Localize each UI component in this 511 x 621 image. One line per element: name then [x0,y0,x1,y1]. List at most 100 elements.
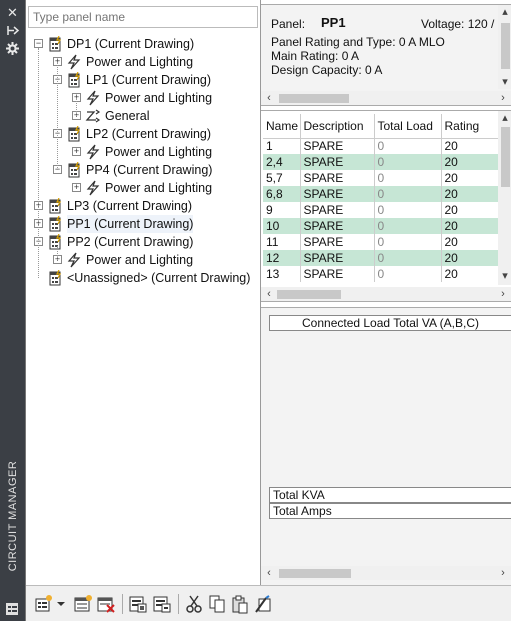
circuit-name-cell[interactable]: 9 [263,202,301,218]
circuit-load-cell[interactable]: 0 [374,154,442,170]
settings-icon[interactable] [4,40,21,57]
panel-schedule-icon[interactable] [128,594,148,614]
circuit-load-cell[interactable]: 0 [374,250,442,266]
properties-icon[interactable] [254,594,274,614]
circuit-load-cell[interactable]: 0 [374,170,442,186]
circuit-description-cell[interactable]: SPARE [300,186,375,202]
cut-icon[interactable] [184,594,204,614]
scroll-down-icon[interactable]: ▾ [499,75,511,89]
circuit-name-cell[interactable]: 6,8 [263,186,301,202]
circuit-description-cell[interactable]: SPARE [300,250,375,266]
scroll-thumb[interactable] [501,23,510,69]
table-vertical-scrollbar[interactable]: ▴ ▾ [498,111,511,285]
circuit-name-cell[interactable]: 2,4 [263,154,301,170]
circuit-load-cell[interactable]: 0 [374,186,442,202]
tree-node-label: <Unassigned> (Current Drawing) [67,271,251,285]
copy-icon[interactable] [207,594,227,614]
column-header[interactable]: Name [263,114,301,139]
tree-node-label: PP4 (Current Drawing) [86,163,213,177]
circuit-name-cell[interactable]: 13 [263,266,301,282]
circuit-report-icon[interactable] [152,594,172,614]
circuit-name-cell[interactable]: 1 [263,138,301,154]
circuit-load-cell[interactable]: 0 [374,234,442,250]
circuit-rating-cell[interactable]: 20 [441,250,502,266]
scroll-left-icon[interactable]: ‹ [263,287,275,301]
expand-icon[interactable]: + [72,147,81,156]
properties-icon[interactable] [4,600,21,617]
circuit-load-cell[interactable]: 0 [374,218,442,234]
circuit-rating-cell[interactable]: 20 [441,170,502,186]
scroll-thumb[interactable] [277,290,341,299]
table-row[interactable]: 11 SPARE 0 20 [263,234,502,250]
delete-circuit-icon[interactable] [96,594,116,614]
column-header[interactable]: Description [300,114,375,139]
table-row[interactable]: 12 SPARE 0 20 [263,250,502,266]
circuit-description-cell[interactable]: SPARE [300,218,375,234]
scroll-right-icon[interactable]: › [497,91,509,105]
toolbar-separator [122,594,123,614]
scroll-right-icon[interactable]: › [497,566,509,580]
expand-icon[interactable]: + [72,183,81,192]
paste-icon[interactable] [230,594,250,614]
column-header[interactable]: Rating [441,114,502,139]
circuit-rating-cell[interactable]: 20 [441,138,502,154]
info-vertical-scrollbar[interactable]: ▴ ▾ [498,5,511,89]
circuit-rating-cell[interactable]: 20 [441,234,502,250]
tree-node-label: Power and Lighting [105,145,213,159]
circuit-description-cell[interactable]: SPARE [300,234,375,250]
info-horizontal-scrollbar[interactable]: ‹ › [261,91,511,105]
new-panel-icon[interactable] [34,594,54,614]
scroll-right-icon[interactable]: › [497,287,509,301]
circuit-name-cell[interactable]: 10 [263,218,301,234]
circuit-rating-cell[interactable]: 20 [441,266,502,282]
table-row[interactable]: 13 SPARE 0 20 [263,266,502,282]
scroll-left-icon[interactable]: ‹ [263,566,275,580]
new-circuit-icon[interactable] [73,594,93,614]
circuit-name-cell[interactable]: 5,7 [263,170,301,186]
column-header[interactable]: Total Load [374,114,442,139]
circuit-description-cell[interactable]: SPARE [300,266,375,282]
panel-icon [47,197,63,214]
table-horizontal-scrollbar[interactable]: ‹ › [261,287,511,301]
circuit-rating-cell[interactable]: 20 [441,154,502,170]
circuit-rating-cell[interactable]: 20 [441,202,502,218]
palette-title: CIRCUIT MANAGER [7,460,19,572]
circuit-description-cell[interactable]: SPARE [300,170,375,186]
tree-connector [57,246,58,260]
chevron-down-icon[interactable] [56,594,66,614]
scroll-thumb[interactable] [501,127,510,187]
tree-node-label: PP1 (Current Drawing) [67,215,194,233]
close-icon[interactable]: ✕ [4,4,21,21]
circuit-table-box: Name Description Total Load Rating 1 SPAR… [261,110,511,302]
circuit-rating-cell[interactable]: 20 [441,186,502,202]
scroll-thumb[interactable] [279,94,349,103]
circuit-load-cell[interactable]: 0 [374,202,442,218]
circuit-description-cell[interactable]: SPARE [300,138,375,154]
scroll-left-icon[interactable]: ‹ [263,91,275,105]
circuit-name-cell[interactable]: 11 [263,234,301,250]
pin-icon[interactable] [4,22,21,39]
circuit-load-cell[interactable]: 0 [374,138,442,154]
table-row[interactable]: 1 SPARE 0 20 [263,138,502,154]
load-horizontal-scrollbar[interactable]: ‹ › [261,566,511,580]
scroll-thumb[interactable] [279,569,351,578]
circuit-name-cell[interactable]: 12 [263,250,301,266]
table-row[interactable]: 10 SPARE 0 20 [263,218,502,234]
circuit-description-cell[interactable]: SPARE [300,154,375,170]
scroll-up-icon[interactable]: ▴ [499,111,511,125]
circuit-load-cell[interactable]: 0 [374,266,442,282]
general-system-icon [85,108,101,124]
scroll-up-icon[interactable]: ▴ [499,5,511,19]
circuit-description-cell[interactable]: SPARE [300,202,375,218]
scroll-down-icon[interactable]: ▾ [499,269,511,283]
table-row[interactable]: 6,8 SPARE 0 20 [263,186,502,202]
table-row[interactable]: 5,7 SPARE 0 20 [263,170,502,186]
panel-search-input[interactable] [28,6,258,28]
table-row[interactable]: 9 SPARE 0 20 [263,202,502,218]
table-row[interactable]: 2,4 SPARE 0 20 [263,154,502,170]
tree-connector [38,48,39,278]
collapse-icon[interactable]: − [34,39,43,48]
circuit-table-header: Name Description Total Load Rating [263,114,502,139]
panel-tree-pane: − DP1 (Current Drawing) + Power and Lightin… [26,0,261,585]
circuit-rating-cell[interactable]: 20 [441,218,502,234]
